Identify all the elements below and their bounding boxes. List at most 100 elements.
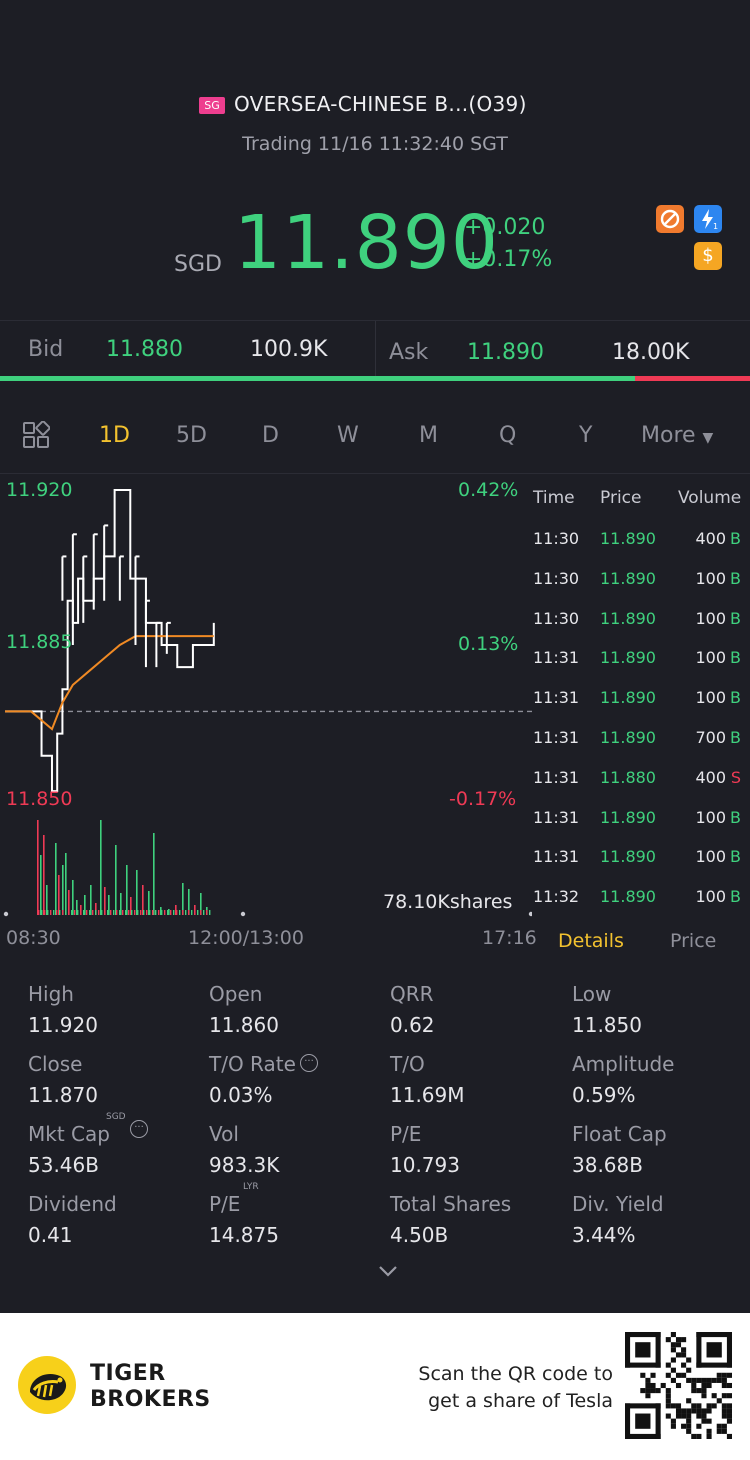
qr-module <box>716 1377 722 1383</box>
qr-module <box>701 1408 707 1414</box>
qr-module <box>670 1332 676 1338</box>
ts-price: 11.890 <box>600 529 656 548</box>
lightning-level1-icon[interactable]: 1 <box>694 205 722 233</box>
volume-bar <box>149 910 151 915</box>
qr-module <box>691 1403 697 1409</box>
tab-m[interactable]: M <box>419 423 438 448</box>
qr-module <box>726 1418 732 1424</box>
qr-module <box>670 1342 676 1348</box>
x-label-start: 08:30 <box>6 927 61 949</box>
qr-module <box>655 1388 661 1394</box>
qr-module <box>726 1382 732 1389</box>
ts-side: B <box>730 529 741 548</box>
ts-volume: 100 <box>695 648 726 668</box>
qr-module <box>665 1372 671 1378</box>
qr-code[interactable] <box>625 1332 732 1439</box>
ts-header-time: Time <box>533 488 575 508</box>
volume-bar <box>62 865 64 915</box>
qr-module <box>665 1362 671 1368</box>
qr-module <box>686 1377 692 1383</box>
volume-bar <box>131 910 133 915</box>
volume-bar <box>126 865 128 915</box>
layout-grid-icon[interactable] <box>22 420 51 453</box>
qr-module <box>665 1398 671 1404</box>
qr-module <box>625 1332 631 1368</box>
volume-bar <box>68 910 70 915</box>
stat-vol-label: Vol <box>209 1122 239 1146</box>
qr-module <box>665 1403 671 1409</box>
stat-open-value: 11.860 <box>209 1013 279 1037</box>
qr-module <box>726 1413 732 1419</box>
volume-bar <box>185 910 187 915</box>
ts-volume: 100 <box>695 807 726 827</box>
qr-module <box>726 1332 732 1368</box>
qr-module <box>696 1403 702 1409</box>
volume-bar <box>47 910 49 915</box>
ts-time: 11:31 <box>533 648 580 668</box>
more-info-icon[interactable]: ··· <box>300 1054 318 1072</box>
qr-module <box>675 1337 682 1343</box>
qr-module <box>665 1413 671 1419</box>
ts-price: 11.890 <box>600 568 656 588</box>
volume-bar <box>107 910 109 915</box>
more-info-icon[interactable]: ··· <box>130 1120 148 1138</box>
ts-side: S <box>730 767 741 787</box>
tab-1d[interactable]: 1D <box>99 423 130 448</box>
volume-bar <box>179 910 181 915</box>
bid-size: 100.9K <box>250 337 328 362</box>
qr-module <box>670 1377 676 1383</box>
volume-bar <box>95 910 97 915</box>
volume-bar <box>143 910 145 915</box>
qr-module <box>696 1408 702 1414</box>
qr-module <box>625 1433 661 1439</box>
volume-bar <box>116 910 118 915</box>
qr-module <box>655 1403 661 1439</box>
scan-line2: get a share of Tesla <box>428 1390 613 1412</box>
tab-more[interactable]: More ▼ <box>641 423 713 448</box>
no-short-icon[interactable] <box>656 205 684 233</box>
bid-price: 11.880 <box>106 337 183 362</box>
qr-module <box>696 1413 702 1419</box>
qr-module <box>686 1357 692 1363</box>
stock-name[interactable]: OVERSEA-CHINESE B...(O39) <box>234 92 527 116</box>
tab-details[interactable]: Details <box>558 930 624 952</box>
qr-module <box>625 1403 661 1409</box>
intraday-chart[interactable]: 11.920 11.885 11.850 0.42% 0.13% -0.17% … <box>0 474 537 954</box>
tab-d[interactable]: D <box>262 423 279 448</box>
ts-price: 11.890 <box>600 688 656 708</box>
qr-module <box>645 1393 651 1399</box>
qr-module <box>650 1372 656 1378</box>
volume-bar <box>86 910 88 915</box>
axis-dot <box>240 911 246 917</box>
qr-module <box>701 1418 707 1424</box>
ts-header-price: Price <box>600 488 642 508</box>
tab-q[interactable]: Q <box>499 423 516 448</box>
qr-module <box>681 1413 687 1419</box>
expand-chevron-icon[interactable] <box>377 1262 399 1283</box>
dollar-icon[interactable]: $ <box>694 242 722 270</box>
qr-module <box>716 1372 722 1378</box>
qr-module <box>706 1382 712 1389</box>
qr-module <box>670 1357 676 1363</box>
volume-bar <box>122 910 124 915</box>
ts-price: 11.890 <box>600 608 656 628</box>
tab-w[interactable]: W <box>337 423 359 448</box>
tab-y[interactable]: Y <box>579 423 592 448</box>
volume-bar <box>191 910 193 915</box>
stat-total-shares-value: 4.50B <box>390 1223 449 1247</box>
ts-side: B <box>730 728 741 747</box>
stat-qrr-label: QRR <box>390 982 434 1006</box>
volume-bar <box>153 833 155 915</box>
stat-total-shares-label: Total Shares <box>390 1192 512 1216</box>
qr-module <box>701 1377 707 1383</box>
bid-strength-bar <box>0 376 636 381</box>
ts-time: 11:30 <box>533 608 580 628</box>
qr-module <box>706 1418 712 1424</box>
tab-price[interactable]: Price <box>670 930 716 952</box>
bid-ask-bar: Bid 11.880 100.9K Ask 11.890 18.00K <box>0 320 750 379</box>
ts-volume: 100 <box>695 847 726 867</box>
ask-size: 18.00K <box>612 340 690 365</box>
qr-module <box>681 1362 687 1368</box>
qr-module <box>675 1342 682 1348</box>
tab-5d[interactable]: 5D <box>176 423 207 448</box>
